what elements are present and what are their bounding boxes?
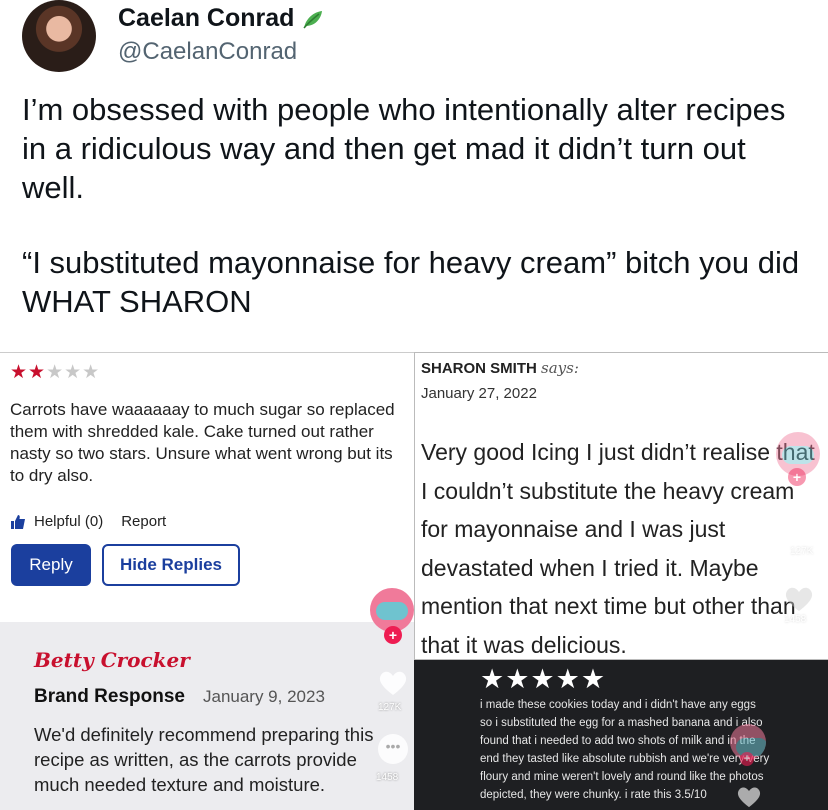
follow-plus-icon[interactable]: + — [384, 626, 402, 644]
hide-replies-button[interactable]: Hide Replies — [102, 544, 240, 586]
comment-author: SHARON SMITH says: — [421, 359, 579, 377]
comment-says: says: — [541, 359, 579, 377]
author-name[interactable]: Caelan Conrad — [118, 4, 324, 33]
comment-panel-sharon: SHARON SMITH says: January 27, 2022 Very… — [414, 352, 828, 660]
star-rating: ★★★★★ — [10, 362, 101, 383]
comment-date: January 27, 2022 — [421, 385, 537, 402]
five-star-rating: ★★★★★ — [480, 664, 607, 694]
heart-icon[interactable] — [378, 670, 408, 696]
heart-icon-2[interactable] — [784, 586, 814, 612]
helpful-row: Helpful (0) Report — [10, 513, 166, 530]
like-count-2: 127K — [790, 546, 814, 557]
helpful-button[interactable]: Helpful (0) — [34, 513, 103, 530]
comment-count: 1458 — [376, 772, 399, 783]
report-link[interactable]: Report — [121, 513, 166, 530]
brand-response-date: January 9, 2023 — [202, 687, 325, 706]
like-count-3: 1458 — [784, 614, 807, 625]
brand-response-label: Brand Response — [34, 686, 185, 707]
leaf-icon — [303, 10, 323, 28]
brand-response-header: Brand Response January 9, 2023 — [34, 686, 325, 708]
comment-text: Very good Icing I just didn’t realise th… — [421, 439, 815, 658]
brand-response-text: We'd definitely recommend preparing this… — [34, 724, 374, 795]
avatar[interactable] — [22, 0, 96, 72]
follow-plus-icon-3[interactable]: + — [740, 752, 754, 766]
screenshot-collage: ★★★★★ Carrots have waaaaaay to much suga… — [0, 352, 828, 810]
tweet-paragraph-1: I’m obsessed with people who intentional… — [22, 92, 786, 205]
heart-icon-3[interactable] — [736, 786, 762, 808]
comment-bubble-icon[interactable]: ••• — [378, 734, 408, 764]
brand-response-panel: Betty Crocker Brand Response January 9, … — [0, 622, 414, 810]
review-panel-cookies: ★★★★★ i made these cookies today and i d… — [414, 660, 828, 810]
review-text: Carrots have waaaaaay to much sugar so r… — [10, 400, 395, 485]
reply-button[interactable]: Reply — [11, 544, 91, 586]
author-handle[interactable]: @CaelanConrad — [118, 38, 297, 66]
author-name-text[interactable]: Caelan Conrad — [118, 4, 294, 33]
tweet-text: I’m obsessed with people who intentional… — [22, 90, 812, 321]
comment-author-name: SHARON SMITH — [421, 360, 537, 377]
tweet-paragraph-2: “I substituted mayonnaise for heavy crea… — [22, 245, 800, 319]
like-count: 127K — [378, 702, 402, 713]
cookie-review-text: i made these cookies today and i didn't … — [480, 699, 770, 801]
follow-plus-icon-2[interactable]: + — [788, 468, 806, 486]
review-panel-kale: ★★★★★ Carrots have waaaaaay to much suga… — [0, 352, 414, 622]
brand-logo: Betty Crocker — [34, 648, 190, 672]
thumbs-up-icon[interactable] — [10, 514, 26, 529]
